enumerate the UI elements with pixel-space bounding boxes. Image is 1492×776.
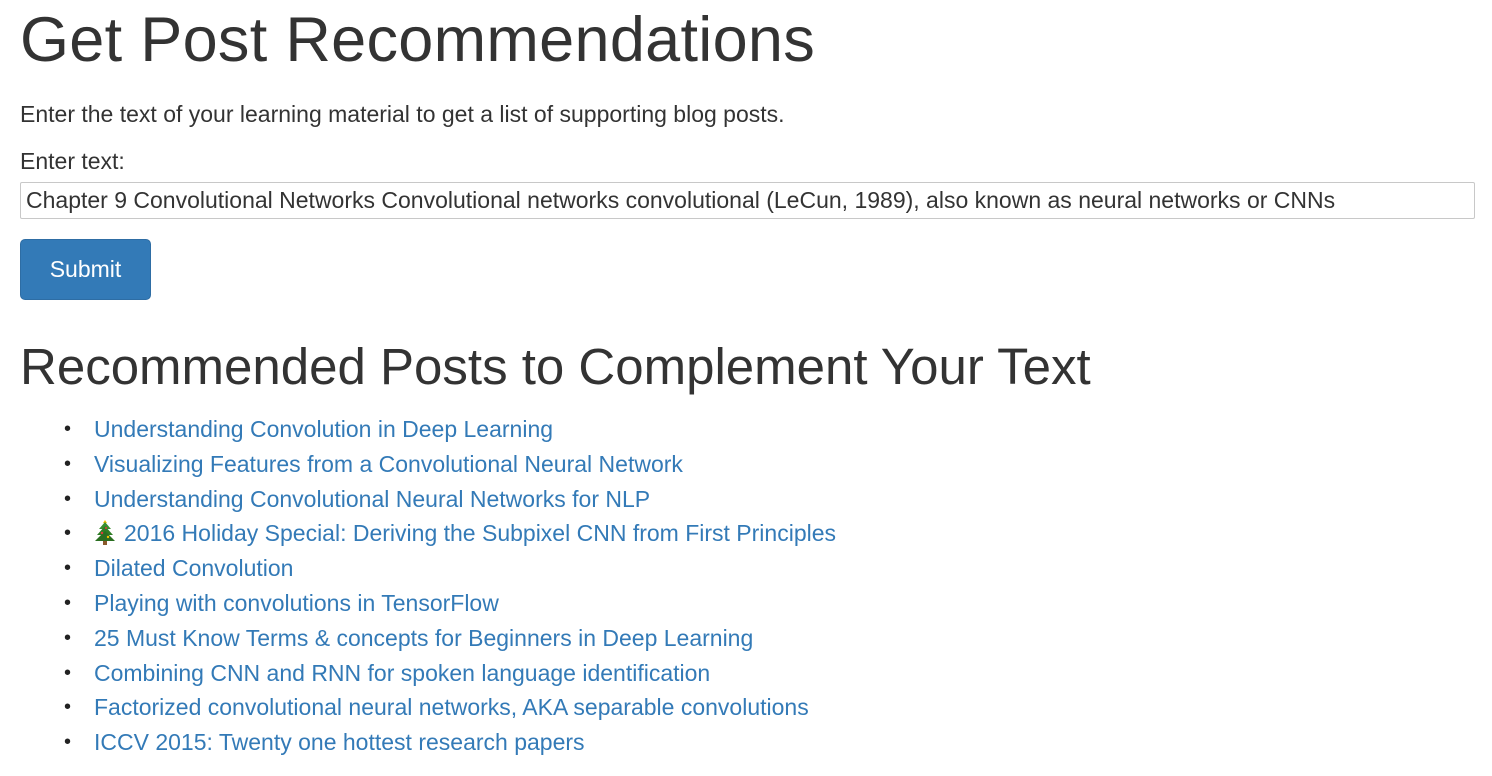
post-link[interactable]: Playing with convolutions in TensorFlow <box>94 590 499 616</box>
list-item: • Combining CNN and RNN for spoken langu… <box>64 656 1472 691</box>
bullet-icon: • <box>64 591 72 614</box>
bullet-icon: • <box>64 487 72 510</box>
list-item: • Visualizing Features from a Convolutio… <box>64 447 1472 482</box>
page-title: Get Post Recommendations <box>20 5 816 75</box>
list-item: • Understanding Convolutional Neural Net… <box>64 482 1472 517</box>
post-link[interactable]: Dilated Convolution <box>94 555 293 581</box>
bullet-icon: • <box>64 557 72 580</box>
post-link[interactable]: Visualizing Features from a Convolutiona… <box>94 451 683 477</box>
submit-button[interactable]: Submit <box>20 239 151 300</box>
list-item: • Understanding Convolution in Deep Lear… <box>64 412 1472 447</box>
list-item: • Dilated Convolution <box>64 551 1472 586</box>
post-link[interactable]: Combining CNN and RNN for spoken languag… <box>94 660 710 686</box>
post-link[interactable]: Factorized convolutional neural networks… <box>94 694 809 720</box>
bullet-icon: • <box>64 452 72 475</box>
page: Get Post Recommendations Enter the text … <box>0 0 1492 760</box>
list-item: • ICCV 2015: Twenty one hottest research… <box>64 725 1472 760</box>
list-item: • Factorized convolutional neural networ… <box>64 690 1472 725</box>
text-input[interactable] <box>20 182 1475 219</box>
bullet-icon: • <box>64 626 72 649</box>
list-item: • 2016 Holiday Special: Deriving the Sub… <box>64 516 1472 551</box>
list-item: • Playing with convolutions in TensorFlo… <box>64 586 1472 621</box>
bullet-icon: • <box>64 731 72 754</box>
post-link[interactable]: Understanding Convolution in Deep Learni… <box>94 416 553 442</box>
bullet-icon: • <box>64 661 72 684</box>
post-link[interactable]: ICCV 2015: Twenty one hottest research p… <box>94 729 585 755</box>
list-item: • 25 Must Know Terms & concepts for Begi… <box>64 621 1472 656</box>
text-input-label: Enter text: <box>20 148 125 174</box>
bullet-icon: • <box>64 696 72 719</box>
post-link-label: 2016 Holiday Special: Deriving the Subpi… <box>124 520 837 547</box>
christmas-tree-icon <box>95 520 115 546</box>
bullet-icon: • <box>64 522 72 545</box>
post-link-holiday[interactable]: 2016 Holiday Special: Deriving the Subpi… <box>94 520 836 546</box>
recommended-posts-list: • Understanding Convolution in Deep Lear… <box>20 412 1472 760</box>
bullet-icon: • <box>64 418 72 440</box>
page-description: Enter the text of your learning material… <box>20 101 785 127</box>
post-link[interactable]: 25 Must Know Terms & concepts for Beginn… <box>94 625 753 651</box>
post-link[interactable]: Understanding Convolutional Neural Netwo… <box>94 486 650 512</box>
results-heading: Recommended Posts to Complement Your Tex… <box>20 338 1091 395</box>
